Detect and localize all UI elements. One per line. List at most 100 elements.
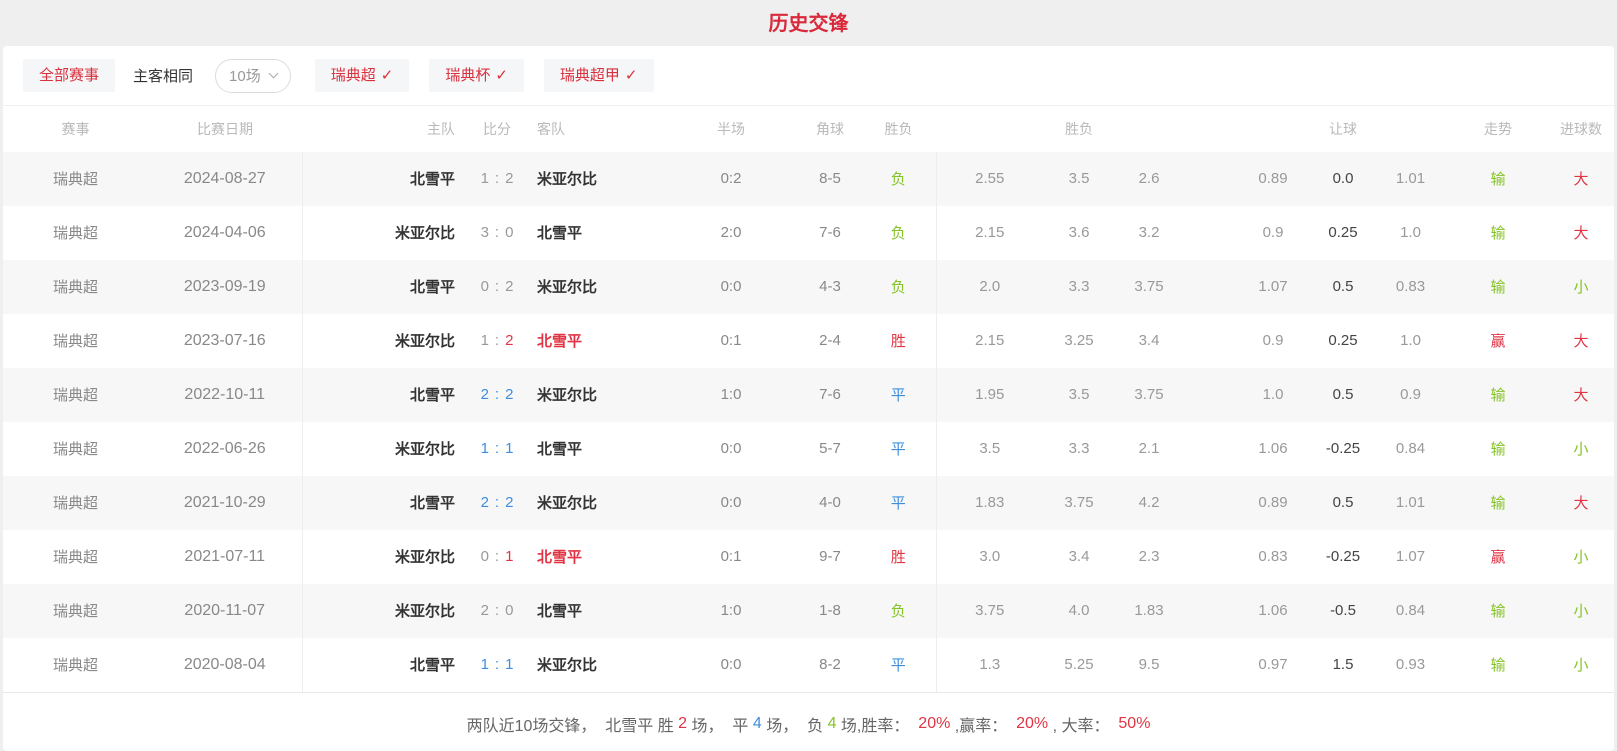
cell-corners: 1-8 (799, 584, 861, 638)
cell-halftime: 0:2 (663, 152, 799, 206)
cell-odds-lose: 2.1 (1115, 422, 1183, 476)
cell-odds-lose: 3.75 (1115, 368, 1183, 422)
cell-trend: 输 (1448, 584, 1548, 638)
cell-away-team: 米亚尔比 (529, 476, 663, 530)
chevron-down-icon (268, 69, 278, 79)
cell-handicap-line: -0.25 (1313, 422, 1373, 476)
cell-handicap-away: 0.84 (1373, 584, 1448, 638)
cell-handicap-away: 0.9 (1373, 368, 1448, 422)
cell-halftime: 0:0 (663, 422, 799, 476)
cell-goals: 大 (1548, 476, 1614, 530)
cell-halftime: 0:0 (663, 476, 799, 530)
cell-away-team: 米亚尔比 (529, 260, 663, 314)
cell-odds-draw: 4.0 (1043, 584, 1115, 638)
col-header-result: 胜负 (861, 106, 936, 152)
cell-score: 2:0 (465, 584, 529, 638)
same-venue-filter[interactable]: 主客相同 (133, 65, 193, 86)
cell-handicap-line: 0.0 (1313, 152, 1373, 206)
cell-halftime: 0:0 (663, 260, 799, 314)
cell-result: 负 (861, 584, 936, 638)
cell-odds-win: 1.83 (936, 476, 1043, 530)
summary-segment: 场， (687, 712, 732, 736)
col-header-away: 客队 (529, 106, 663, 152)
cell-home-team: 北雪平 (302, 368, 465, 422)
cell-goals: 小 (1548, 584, 1614, 638)
cell-halftime: 0:0 (663, 638, 799, 692)
cell-handicap-line: -0.25 (1313, 530, 1373, 584)
cell-league: 瑞典超 (3, 638, 148, 692)
col-header-half: 半场 (663, 106, 799, 152)
col-header-goals: 进球数 (1548, 106, 1614, 152)
cell-date: 2022-10-11 (148, 368, 302, 422)
summary-segment: 场， (762, 712, 807, 736)
table-row: 瑞典超2021-10-29北雪平2:2米亚尔比0:04-0平1.833.754.… (3, 476, 1614, 530)
table-row: 瑞典超2022-10-11北雪平2:2米亚尔比1:07-6平1.953.53.7… (3, 368, 1614, 422)
cell-handicap-home: 0.9 (1233, 206, 1313, 260)
cell-home-team: 米亚尔比 (302, 584, 465, 638)
table-row: 瑞典超2024-04-06米亚尔比3:0北雪平2:07-6负2.153.63.2… (3, 206, 1614, 260)
summary-bar: 两队近10场交锋， 北雪平 胜 2 场， 平 4 场， 负 4 场,胜率： 20… (3, 692, 1614, 749)
cell-home-team: 米亚尔比 (302, 422, 465, 476)
table-row: 瑞典超2023-09-19北雪平0:2米亚尔比0:04-3负2.03.33.75… (3, 260, 1614, 314)
cell-handicap-away: 1.01 (1373, 476, 1448, 530)
cell-trend: 输 (1448, 152, 1548, 206)
cell-home-team: 北雪平 (302, 476, 465, 530)
all-events-button[interactable]: 全部赛事 (23, 59, 115, 92)
cell-handicap-line: 0.5 (1313, 260, 1373, 314)
cell-corners: 7-6 (799, 368, 861, 422)
cell-handicap-line: 0.5 (1313, 476, 1373, 530)
cell-odds-win: 2.15 (936, 314, 1043, 368)
summary-segment: 北雪平 (605, 712, 657, 736)
cell-odds-draw: 3.5 (1043, 152, 1115, 206)
cell-halftime: 1:0 (663, 368, 799, 422)
cell-trend: 输 (1448, 260, 1548, 314)
cell-corners: 2-4 (799, 314, 861, 368)
cell-corners: 8-2 (799, 638, 861, 692)
cell-date: 2021-07-11 (148, 530, 302, 584)
cell-odds-draw: 3.5 (1043, 368, 1115, 422)
cell-handicap-away: 0.83 (1373, 260, 1448, 314)
cell-handicap-away: 1.0 (1373, 206, 1448, 260)
page-title: 历史交锋 (0, 0, 1617, 46)
cell-odds-lose: 1.83 (1115, 584, 1183, 638)
cell-away-team: 米亚尔比 (529, 152, 663, 206)
summary-segment: 4 (828, 715, 837, 733)
cell-score: 2:2 (465, 368, 529, 422)
cell-odds-lose: 3.4 (1115, 314, 1183, 368)
col-header-odds: 胜负 (1043, 106, 1115, 152)
cell-handicap-home: 0.89 (1233, 476, 1313, 530)
match-count-value: 10场 (229, 65, 261, 86)
match-count-dropdown[interactable]: 10场 (215, 59, 291, 93)
cell-handicap-line: 0.25 (1313, 206, 1373, 260)
league-filter-button-3[interactable]: 瑞典超甲 ✓ (544, 59, 654, 92)
cell-odds-lose: 2.6 (1115, 152, 1183, 206)
h2h-card: 全部赛事 主客相同 10场 瑞典超 ✓ 瑞典杯 ✓ 瑞典超甲 ✓ (3, 46, 1614, 751)
cell-halftime: 0:1 (663, 530, 799, 584)
cell-trend: 输 (1448, 638, 1548, 692)
cell-date: 2024-08-27 (148, 152, 302, 206)
league-filter-button-2[interactable]: 瑞典杯 ✓ (429, 59, 524, 92)
cell-goals: 小 (1548, 638, 1614, 692)
col-header-league: 赛事 (3, 106, 148, 152)
cell-goals: 大 (1548, 368, 1614, 422)
cell-handicap-home: 1.06 (1233, 584, 1313, 638)
summary-segment: 场, (836, 712, 861, 736)
cell-goals: 小 (1548, 422, 1614, 476)
cell-home-team: 北雪平 (302, 260, 465, 314)
col-header-home: 主队 (302, 106, 465, 152)
cell-odds-win: 1.3 (936, 638, 1043, 692)
cell-league: 瑞典超 (3, 152, 148, 206)
summary-segment: 2 (678, 715, 687, 733)
cell-trend: 赢 (1448, 530, 1548, 584)
cell-away-team: 米亚尔比 (529, 638, 663, 692)
league-filter-button-1[interactable]: 瑞典超 ✓ (315, 59, 410, 92)
cell-odds-draw: 3.4 (1043, 530, 1115, 584)
cell-result: 平 (861, 638, 936, 692)
cell-home-team: 北雪平 (302, 152, 465, 206)
cell-corners: 4-3 (799, 260, 861, 314)
cell-halftime: 0:1 (663, 314, 799, 368)
cell-result: 负 (861, 152, 936, 206)
cell-home-team: 米亚尔比 (302, 206, 465, 260)
cell-corners: 8-5 (799, 152, 861, 206)
cell-corners: 9-7 (799, 530, 861, 584)
